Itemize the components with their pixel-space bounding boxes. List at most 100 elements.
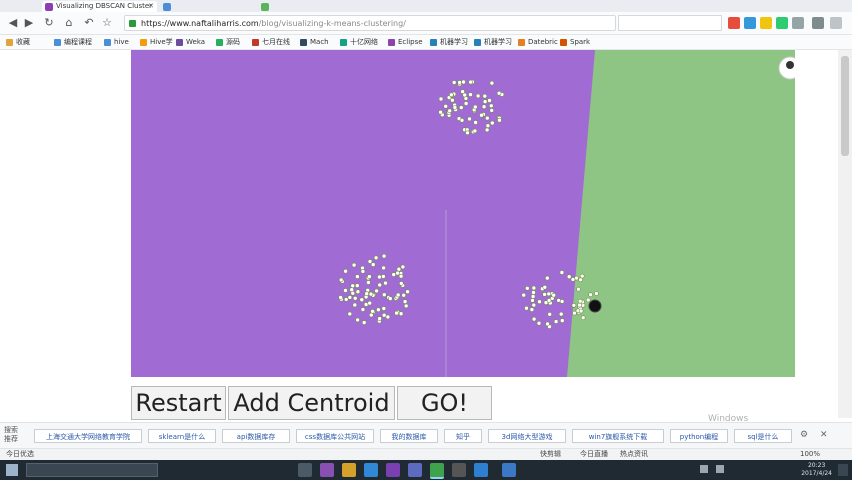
volume-icon[interactable] [716,465,724,473]
settings-icon[interactable]: ⚙ [800,430,808,440]
refresh-icon[interactable]: ↻ [42,16,56,30]
clock[interactable]: 20:23 2017/4/24 [801,462,832,478]
data-point [530,294,536,299]
scrollbar-thumb[interactable] [841,56,849,156]
star-icon [6,39,13,46]
data-point [458,105,464,110]
search-input[interactable] [618,15,722,31]
clustering-canvas[interactable] [131,50,795,377]
data-point [465,130,470,136]
suggestion-chip[interactable]: 我的数据库 [380,429,438,443]
address-bar[interactable]: https://www.naftaliharris.com/blog/visua… [124,15,616,31]
scrollbar[interactable] [838,50,852,418]
app-icon[interactable] [474,463,488,477]
data-point [349,287,354,292]
go-button[interactable]: GO! [397,386,492,420]
browser-icon[interactable] [430,463,444,479]
data-point [489,80,495,86]
bookmark-item[interactable]: 编程课程 [54,37,92,47]
suggestion-chip[interactable]: 知乎 [444,429,482,443]
star-icon[interactable]: ☆ [100,16,114,30]
suggestion-chip[interactable]: sql是什么 [734,429,792,443]
tab-2[interactable] [160,1,255,12]
home-icon[interactable]: ⌂ [62,16,76,30]
bookmark-item[interactable]: 源码 [216,37,240,47]
menu-icon[interactable] [812,17,824,29]
suggestion-chip[interactable]: win7旗舰系统下载 [572,429,664,443]
data-point [398,273,404,279]
zoom-level[interactable]: 100% [800,449,820,460]
data-point [558,311,564,317]
tab-3[interactable] [258,1,353,12]
undo-icon[interactable]: ↶ [82,16,96,30]
data-point [482,93,488,99]
suggestion-chip[interactable]: api数据库存 [222,429,290,443]
suggestion-chip[interactable]: sklearn是什么 [148,429,216,443]
bookmark-item[interactable]: hive [104,37,129,47]
bookmark-item[interactable]: Hive学 [140,37,173,47]
bookmark-item[interactable]: 机器学习 [430,37,468,47]
web-icon [340,39,347,46]
folder-icon[interactable] [342,463,356,477]
app-icon[interactable] [408,463,422,477]
app-icon[interactable] [386,463,400,477]
data-point [529,307,535,312]
bookmark-item[interactable]: Weka [176,37,205,47]
bookmark-item[interactable]: 机器学习 [474,37,512,47]
tab-active[interactable]: Visualizing DBSCAN Cluster ✕ [42,1,157,12]
data-point [403,303,409,309]
data-point [366,280,371,285]
web-icon [216,39,223,46]
suggestion-chip[interactable]: python编程 [670,429,728,443]
data-point [355,289,361,294]
bookmark-item[interactable]: Mach [300,37,329,47]
windows-start-icon[interactable] [6,464,18,476]
suggestion-chip[interactable]: 3d网络大型游戏 [488,429,566,443]
data-point [400,264,406,270]
status-item[interactable]: 快剪辑 [540,449,561,460]
status-item[interactable]: 热点资讯 [620,449,648,460]
notification-icon[interactable] [838,464,848,476]
close-tab-icon[interactable]: ✕ [148,1,154,12]
clock-time: 20:23 [807,462,826,469]
app-icon[interactable] [502,463,516,477]
url-path: /blog/visualizing-k-means-clustering/ [258,19,406,28]
centroid-marker[interactable] [588,299,602,313]
data-point [374,288,379,294]
task-view-icon[interactable] [298,463,312,477]
status-item[interactable]: 今日直播 [580,449,608,460]
extension-icon[interactable] [776,17,788,29]
back-icon[interactable]: ◀ [6,16,20,30]
restart-button[interactable]: Restart [131,386,226,420]
bookmark-item[interactable]: Spark [560,37,590,47]
extension-icon[interactable] [744,17,756,29]
bookmark-item[interactable]: Datebric [518,37,558,47]
bookmark-item[interactable]: Eclipse [388,37,423,47]
app-icon[interactable] [364,463,378,477]
network-icon[interactable] [700,465,708,473]
forward-icon[interactable]: ▶ [22,16,36,30]
bookmark-item[interactable]: 十亿网络 [340,37,378,47]
settings-icon[interactable] [830,17,842,29]
extension-icon[interactable] [792,17,804,29]
add-centroid-button[interactable]: Add Centroid [228,386,395,420]
data-point [489,120,495,126]
data-point [524,286,530,291]
close-icon[interactable]: ✕ [820,430,828,440]
data-point [484,127,490,133]
taskbar-search-input[interactable] [26,463,158,477]
data-point [343,297,349,302]
suggestion-chip[interactable]: css数据库公共网站 [296,429,374,443]
data-point [450,97,455,103]
app-icon[interactable] [320,463,334,477]
suggestion-chip[interactable]: 上海交通大学网络教育学院 [34,429,142,443]
status-left[interactable]: 今日优选 [6,449,34,460]
data-point [496,90,502,96]
data-point [461,79,466,85]
extension-icon[interactable] [760,17,772,29]
bookmark-item[interactable]: 七月在线 [252,37,290,47]
folder-icon [54,39,61,46]
app-icon[interactable] [452,463,466,477]
extension-icon[interactable] [728,17,740,29]
bookmark-item[interactable]: 收藏 [6,37,30,47]
